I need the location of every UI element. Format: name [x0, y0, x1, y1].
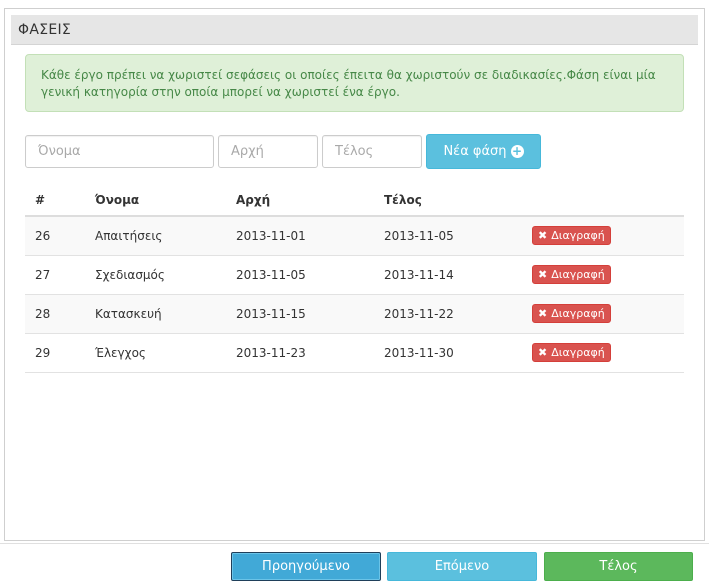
row-name: Σχεδιασμός: [85, 255, 226, 295]
delete-button[interactable]: ✖ Διαγραφή: [532, 265, 611, 284]
x-icon: ✖: [538, 346, 548, 359]
row-name: Κατασκευή: [85, 294, 226, 334]
row-start: 2013-11-05: [226, 255, 374, 295]
phases-panel: ΦΑΣΕΙΣ Κάθε έργο πρέπει να χωριστεί σεφά…: [4, 8, 705, 541]
table-row: 26 Απαιτήσεις 2013-11-01 2013-11-05 ✖ Δι…: [25, 216, 684, 256]
header-start: Αρχή: [226, 184, 374, 217]
x-icon: ✖: [538, 307, 548, 320]
panel-title: ΦΑΣΕΙΣ: [11, 15, 698, 45]
row-start: 2013-11-15: [226, 294, 374, 334]
row-actions: ✖ Διαγραφή: [521, 294, 684, 334]
info-alert: Κάθε έργο πρέπει να χωριστεί σεφάσεις οι…: [25, 54, 684, 112]
table-row: 27 Σχεδιασμός 2013-11-05 2013-11-14 ✖ Δι…: [25, 255, 684, 295]
row-name: Έλεγχος: [85, 333, 226, 373]
phase-name-input[interactable]: [25, 135, 214, 168]
row-id: 29: [25, 333, 85, 373]
row-start: 2013-11-23: [226, 333, 374, 373]
plus-circle-icon: +: [510, 144, 524, 158]
delete-label: Διαγραφή: [551, 307, 605, 320]
new-phase-button[interactable]: Νέα φάση +: [426, 134, 541, 169]
finish-button[interactable]: Τέλος: [544, 552, 693, 581]
row-end: 2013-11-14: [374, 255, 521, 295]
phases-table: # Όνομα Αρχή Τέλος 26 Απαιτήσεις 2013-11…: [25, 184, 684, 373]
delete-button[interactable]: ✖ Διαγραφή: [532, 343, 611, 362]
delete-button[interactable]: ✖ Διαγραφή: [532, 304, 611, 323]
row-id: 28: [25, 294, 85, 334]
previous-button[interactable]: Προηγούμενο: [231, 552, 381, 581]
row-end: 2013-11-30: [374, 333, 521, 373]
table-header-row: # Όνομα Αρχή Τέλος: [25, 184, 684, 217]
delete-button[interactable]: ✖ Διαγραφή: [532, 226, 611, 246]
header-end: Τέλος: [374, 184, 521, 217]
delete-label: Διαγραφή: [551, 229, 605, 243]
delete-label: Διαγραφή: [551, 346, 605, 359]
row-name: Απαιτήσεις: [85, 216, 226, 256]
info-text: Κάθε έργο πρέπει να χωριστεί σεφάσεις οι…: [41, 68, 656, 99]
row-id: 26: [25, 216, 85, 256]
row-end: 2013-11-05: [374, 216, 521, 256]
delete-label: Διαγραφή: [551, 268, 605, 281]
phase-start-input[interactable]: [218, 135, 318, 168]
x-icon: ✖: [538, 268, 548, 281]
table-row: 29 Έλεγχος 2013-11-23 2013-11-30 ✖ Διαγρ…: [25, 333, 684, 373]
row-start: 2013-11-01: [226, 216, 374, 256]
row-end: 2013-11-22: [374, 294, 521, 334]
header-actions: [521, 184, 684, 217]
row-actions: ✖ Διαγραφή: [521, 333, 684, 373]
table-row: 28 Κατασκευή 2013-11-15 2013-11-22 ✖ Δια…: [25, 294, 684, 334]
wizard-footer: Προηγούμενο Επόμενο Τέλος: [0, 543, 709, 585]
phase-end-input[interactable]: [322, 135, 422, 168]
row-id: 27: [25, 255, 85, 295]
header-id: #: [25, 184, 85, 217]
x-icon: ✖: [538, 229, 548, 243]
next-button[interactable]: Επόμενο: [387, 552, 537, 581]
row-actions: ✖ Διαγραφή: [521, 216, 684, 256]
header-name: Όνομα: [85, 184, 226, 217]
new-phase-label: Νέα φάση: [443, 144, 507, 159]
row-actions: ✖ Διαγραφή: [521, 255, 684, 295]
